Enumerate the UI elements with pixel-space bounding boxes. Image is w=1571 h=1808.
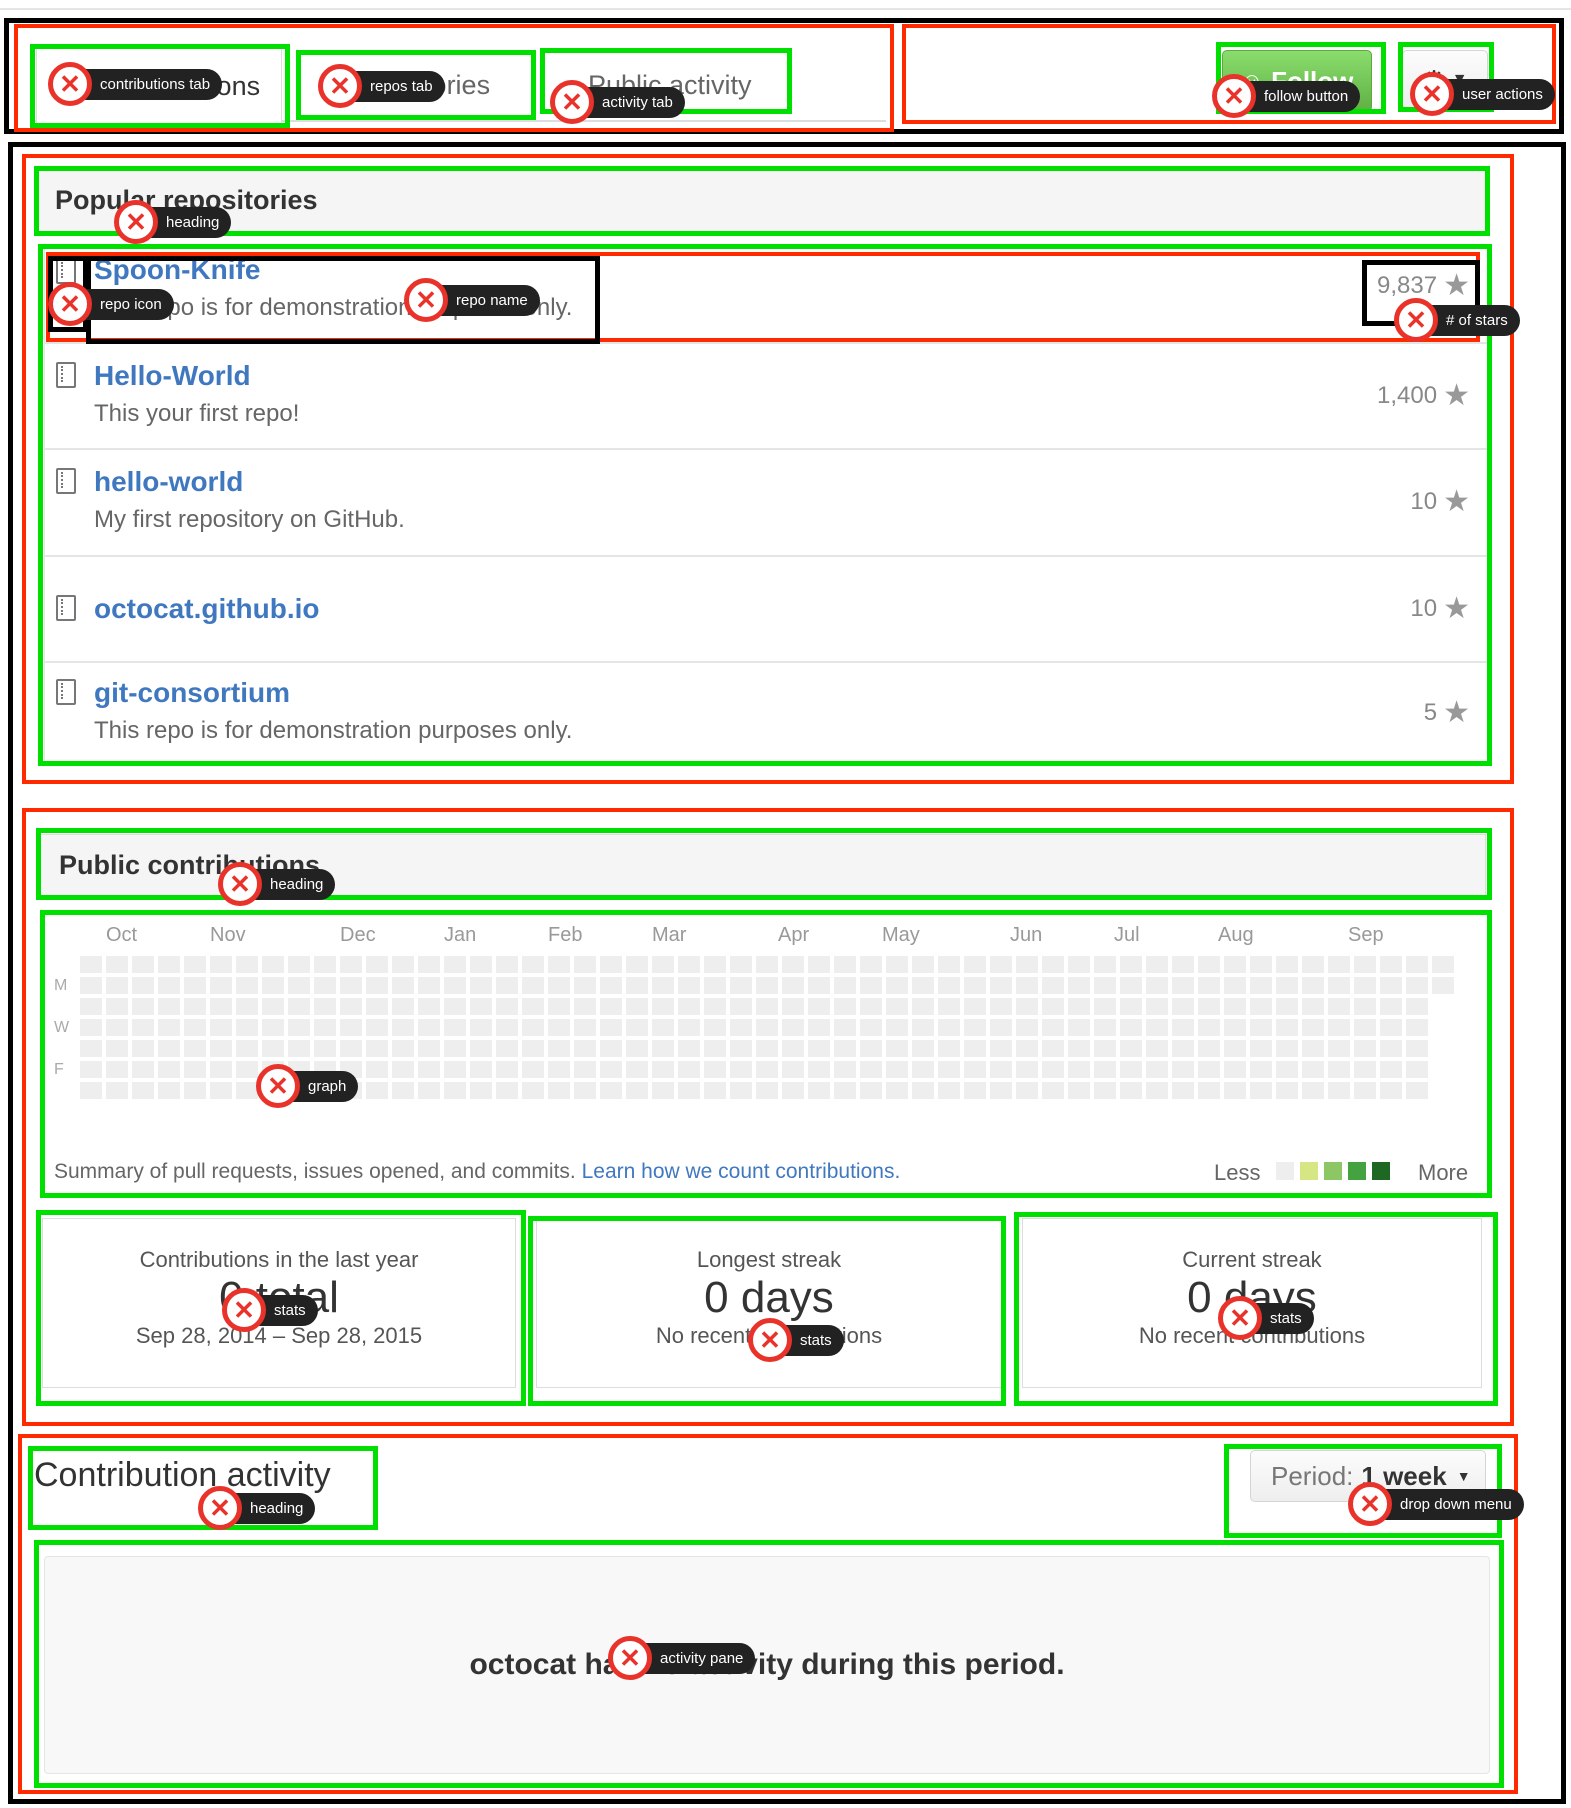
close-icon[interactable]: ✕ [748,1318,792,1362]
close-icon[interactable]: ✕ [404,278,448,322]
close-icon[interactable]: ✕ [318,64,362,108]
close-icon[interactable]: ✕ [550,80,594,124]
close-icon[interactable]: ✕ [1212,74,1256,118]
close-icon[interactable]: ✕ [48,282,92,326]
popular-repos-heading-highlight [34,166,1490,236]
close-icon[interactable]: ✕ [218,862,262,906]
annotation-repo-name: ✕ repo name [404,278,540,322]
annotation-activity-heading: ✕ heading [198,1486,316,1530]
close-icon[interactable]: ✕ [1348,1482,1392,1526]
annotation-num-stars: ✕ # of stars [1394,298,1520,342]
close-icon[interactable]: ✕ [256,1064,300,1108]
close-icon[interactable]: ✕ [1394,298,1438,342]
annotation-contrib-heading: ✕ heading [218,862,336,906]
close-icon[interactable]: ✕ [114,200,158,244]
annotation-drop-down-menu: ✕ drop down menu [1348,1482,1524,1526]
annotation-follow-button: ✕ follow button [1212,74,1361,118]
annotation-repos-tab: ✕ repos tab [318,64,445,108]
page-top-border [0,8,1571,10]
graph-highlight [40,910,1492,1198]
close-icon[interactable]: ✕ [48,62,92,106]
annotation-stats-2: ✕ stats [748,1318,844,1362]
annotation-repos-heading: ✕ heading [114,200,232,244]
close-icon[interactable]: ✕ [1410,72,1454,116]
close-icon[interactable]: ✕ [222,1288,266,1332]
stats-highlight [528,1216,1006,1406]
annotation-label: drop down menu [1370,1488,1524,1520]
annotation-graph: ✕ graph [256,1064,359,1108]
close-icon[interactable]: ✕ [1218,1296,1262,1340]
close-icon[interactable]: ✕ [198,1486,242,1530]
activity-pane-highlight [34,1540,1504,1788]
close-icon[interactable]: ✕ [608,1636,652,1680]
annotation-repo-icon: ✕ repo icon [48,282,174,326]
annotation-label: contributions tab [70,68,223,100]
annotation-activity-pane: ✕ activity pane [608,1636,756,1680]
annotation-stats-3: ✕ stats [1218,1296,1314,1340]
annotation-stats-1: ✕ stats [222,1288,318,1332]
annotation-user-actions: ✕ user actions [1410,72,1555,116]
annotation-contributions-tab: ✕ contributions tab [48,62,223,106]
annotation-activity-tab: ✕ activity tab [550,80,685,124]
